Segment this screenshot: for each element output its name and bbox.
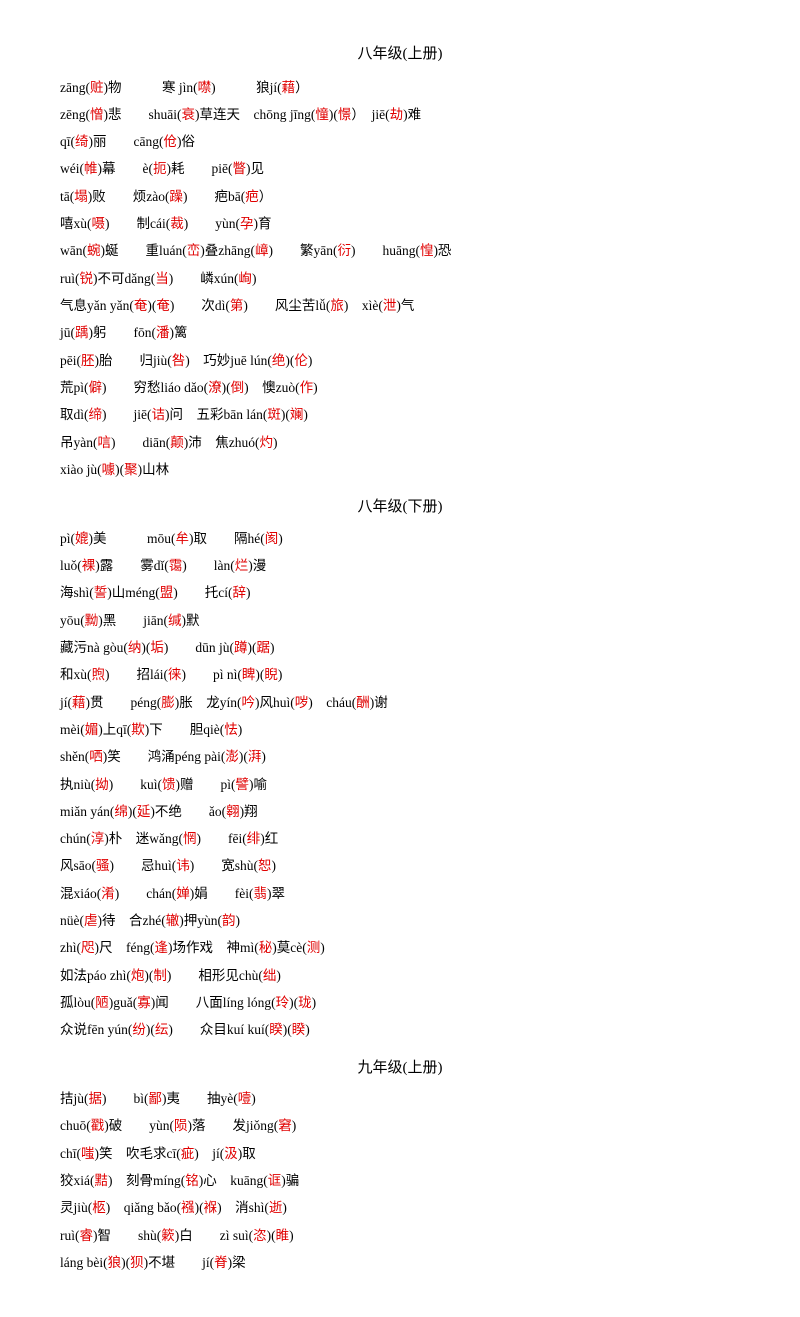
text-line: zhì(咫)尺 féng(逢)场作戏 神mì(秘)莫cè(测) — [60, 935, 740, 961]
main-content: 八年级(上册) zāng(赃)物 寒 jìn(噤) 狼jí(藉）zēng(憎)悲… — [60, 40, 740, 1276]
text-line: 和xù(煦) 招lái(徕) pì nì(睥)(睨) — [60, 662, 740, 688]
text-line: jū(踽)躬 fōn(潘)篱 — [60, 320, 740, 346]
text-line: chī(嗤)笑 吹毛求cī(疵) jí(汲)取 — [60, 1141, 740, 1167]
text-line: luǒ(裸)露 雾dǐ(霭) làn(烂)漫 — [60, 553, 740, 579]
text-line: zāng(赃)物 寒 jìn(噤) 狼jí(藉） — [60, 75, 740, 101]
text-line: xiào jù(噱)(聚)山林 — [60, 457, 740, 483]
text-line: zēng(憎)悲 shuāi(衰)草连天 chōng jīng(憧)(憬） ji… — [60, 102, 740, 128]
text-line: 混xiáo(淆) chán(婵)娟 fèi(翡)翠 — [60, 881, 740, 907]
title-upper: 八年级(上册) — [60, 40, 740, 69]
text-line: 风sāo(骚) 忌huì(讳) 宽shù(恕) — [60, 853, 740, 879]
content-lower: pì(媲)美 mōu(牟)取 隔hé(阂)luǒ(裸)露 雾dǐ(霭) làn(… — [60, 526, 740, 1044]
text-line: wān(蜿)蜒 重luán(峦)叠zhāng(嶂) 繁yān(衍) huāng(… — [60, 238, 740, 264]
text-line: ruì(睿)智 shù(簌)白 zì suì(恣)(睢) — [60, 1223, 740, 1249]
text-line: 拮jù(据) bì(鄙)夷 抽yè(噎) — [60, 1086, 740, 1112]
text-line: chuō(戳)破 yùn(陨)落 发jiǒng(窘) — [60, 1113, 740, 1139]
title-grade9: 九年级(上册) — [60, 1054, 740, 1083]
text-line: mèi(媚)上qī(欺)下 胆qiè(怯) — [60, 717, 740, 743]
text-line: tā(塌)败 烦zào(躁) 疤bā(疤） — [60, 184, 740, 210]
content-upper: zāng(赃)物 寒 jìn(噤) 狼jí(藉）zēng(憎)悲 shuāi(衰… — [60, 75, 740, 484]
text-line: chún(淳)朴 迷wǎng(惘) fēi(绯)红 — [60, 826, 740, 852]
text-line: 执niù(拗) kuì(馈)赠 pì(譬)喻 — [60, 772, 740, 798]
text-line: nüè(虐)待 合zhé(辙)押yùn(韵) — [60, 908, 740, 934]
text-line: yōu(黝)黑 jiān(缄)默 — [60, 608, 740, 634]
text-line: jí(藉)贯 péng(膨)胀 龙yín(吟)风huì(哕) cháu(酬)谢 — [60, 690, 740, 716]
text-line: 荒pì(僻) 穷愁liáo dǎo(潦)(倒) 懊zuò(作) — [60, 375, 740, 401]
text-line: 海shì(誓)山méng(盟) 托cí(辞) — [60, 580, 740, 606]
text-line: 取dì(缔) jiē(诘)问 五彩bān lán(斑)(斓) — [60, 402, 740, 428]
text-line: ruì(锐)不可dǎng(当) 嶙xún(峋) — [60, 266, 740, 292]
text-line: 吊yàn(唁) diān(颠)沛 焦zhuó(灼) — [60, 430, 740, 456]
text-line: pēi(胚)胎 归jiù(咎) 巧妙juē lún(绝)(伦) — [60, 348, 740, 374]
text-line: pì(媲)美 mōu(牟)取 隔hé(阂) — [60, 526, 740, 552]
text-line: láng bèi(狼)(狈)不堪 jí(脊)梁 — [60, 1250, 740, 1276]
text-line: miǎn yán(绵)(延)不绝 ǎo(翱)翔 — [60, 799, 740, 825]
title-lower: 八年级(下册) — [60, 493, 740, 522]
text-line: qī(绮)丽 cāng(伧)俗 — [60, 129, 740, 155]
content-grade9: 拮jù(据) bì(鄙)夷 抽yè(噎)chuō(戳)破 yùn(陨)落 发ji… — [60, 1086, 740, 1276]
text-line: 狡xiá(黠) 刻骨míng(铭)心 kuāng(诓)骗 — [60, 1168, 740, 1194]
text-line: 众说fēn yún(纷)(纭) 众目kuí kuí(睽)(睽) — [60, 1017, 740, 1043]
text-line: 嘻xù(嗫) 制cái(裁) yùn(孕)育 — [60, 211, 740, 237]
text-line: 气息yǎn yǎn(奄)(奄) 次dì(第) 风尘苦lǚ(旅) xìè(泄)气 — [60, 293, 740, 319]
text-line: 灵jiù(柩) qiǎng bǎo(襁)(褓) 消shì(逝) — [60, 1195, 740, 1221]
text-line: 藏污nà gòu(纳)(垢) dūn jù(蹲)(踞) — [60, 635, 740, 661]
text-line: 孤lòu(陋)guǎ(寡)闻 八面líng lóng(玲)(珑) — [60, 990, 740, 1016]
text-line: wéi(帷)幕 è(扼)耗 piē(瞥)见 — [60, 156, 740, 182]
text-line: 如法páo zhì(炮)(制) 相形见chù(绌) — [60, 963, 740, 989]
text-line: shěn(哂)笑 鸿涌péng pài(澎)(湃) — [60, 744, 740, 770]
